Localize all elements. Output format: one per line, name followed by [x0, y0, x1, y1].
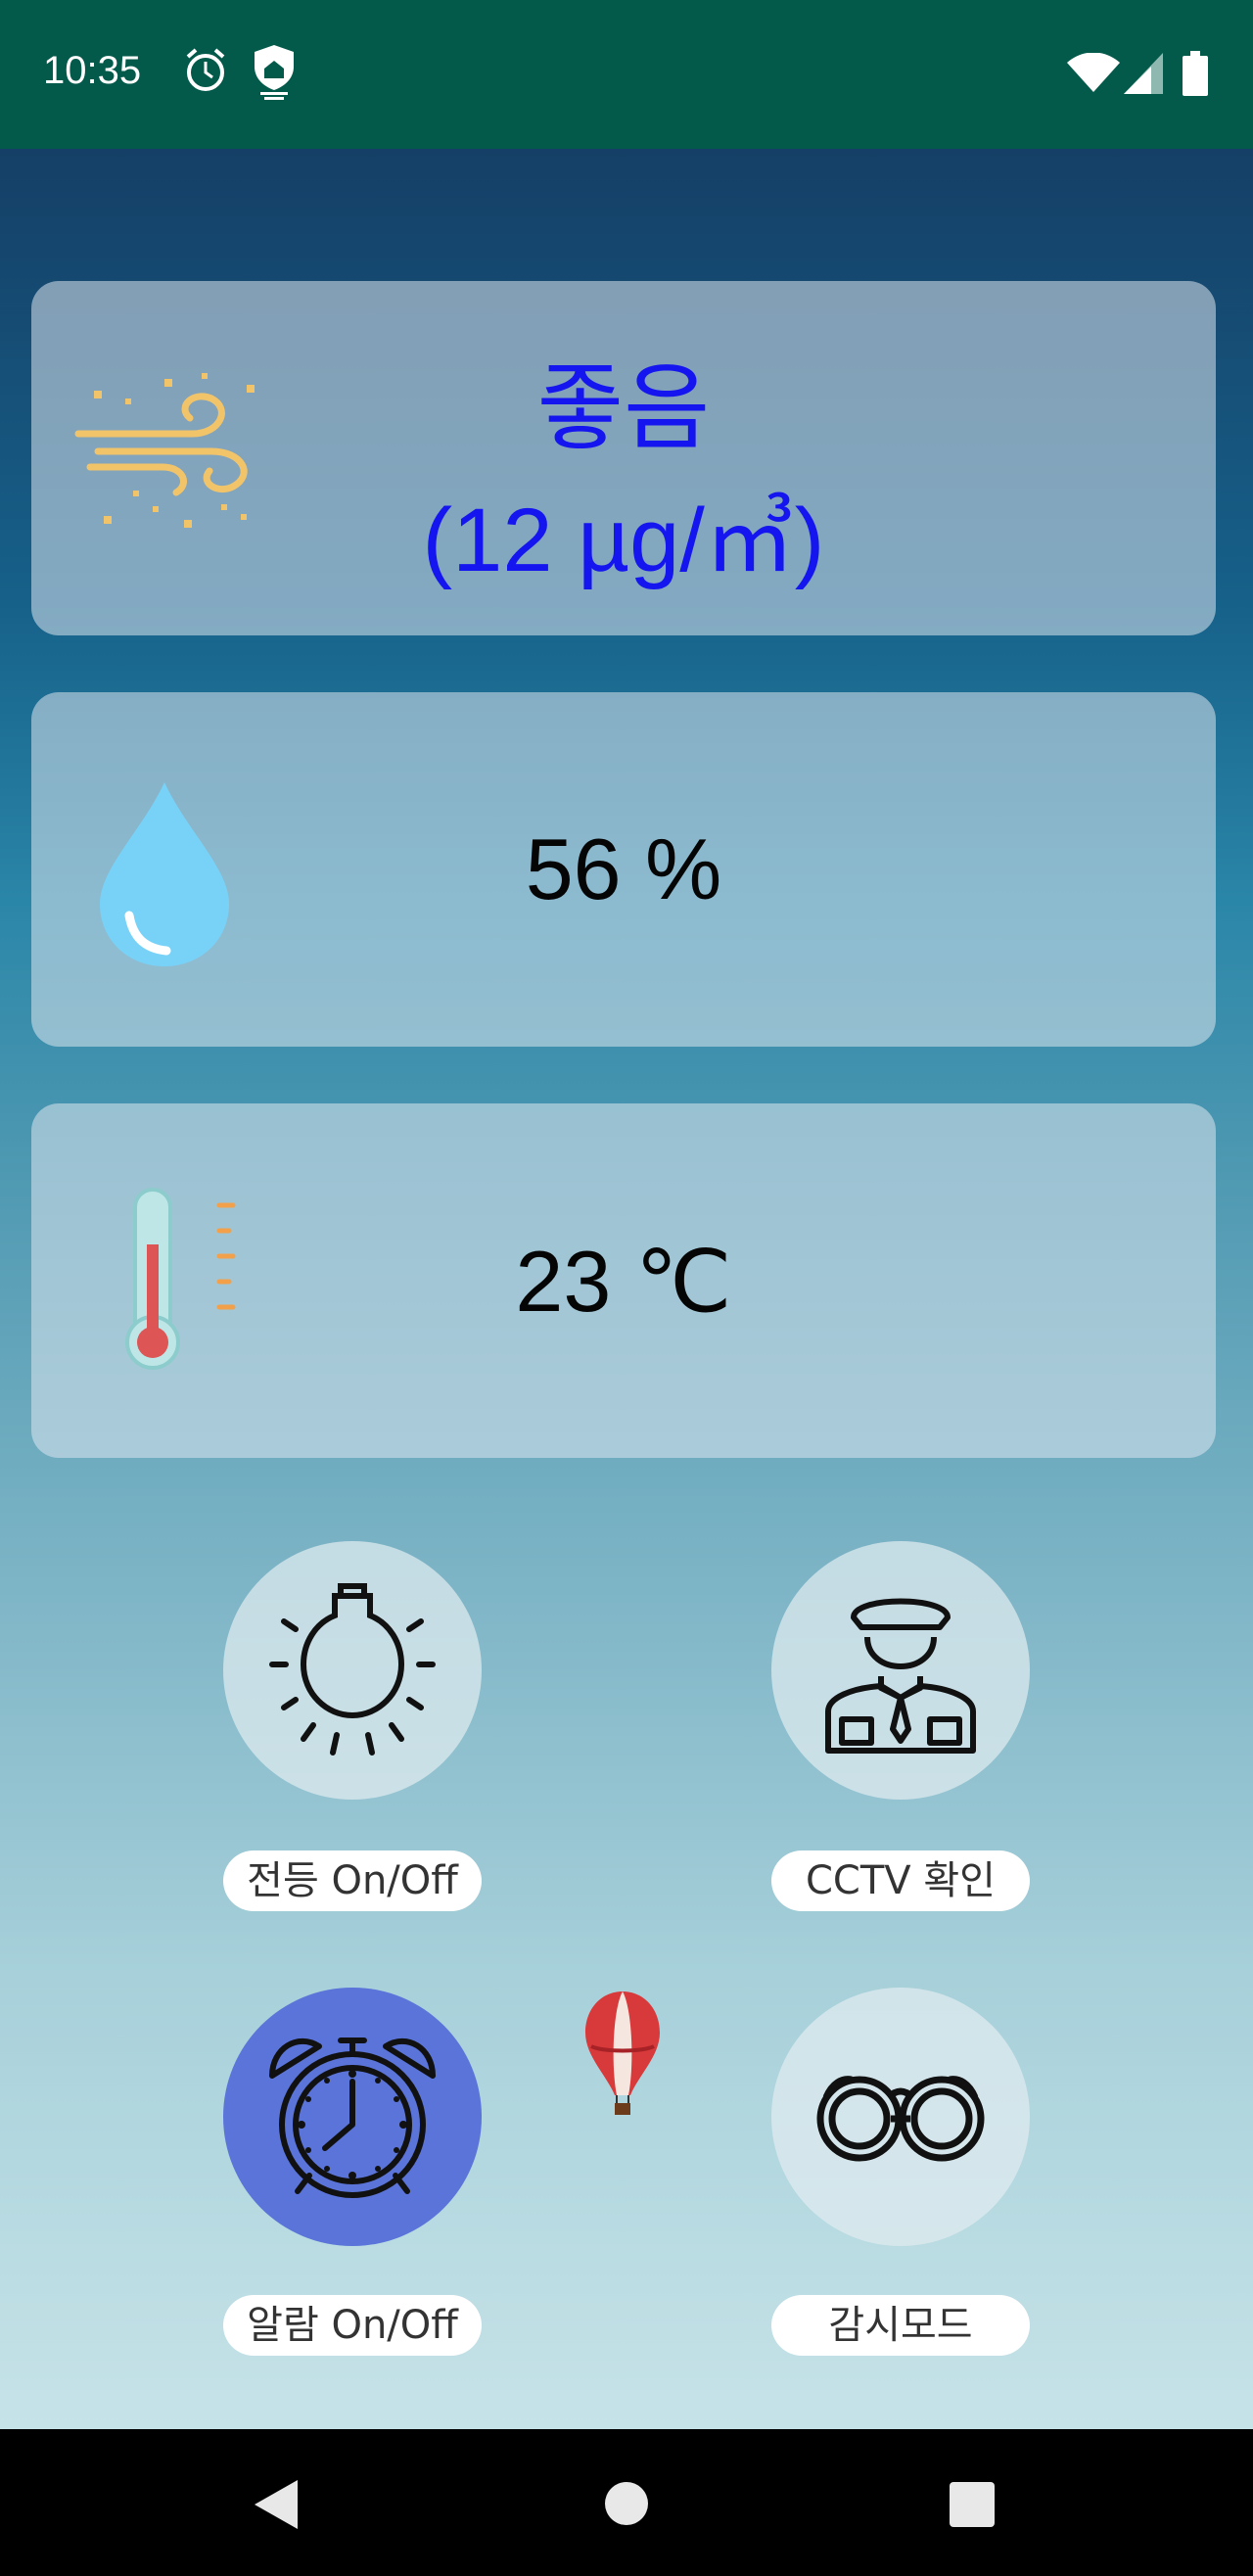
cellular-signal-icon [1124, 53, 1163, 98]
alarm-clock-status-icon [182, 45, 229, 100]
navigation-bar [0, 2429, 1253, 2576]
alarm-toggle-label[interactable]: 알람 On/Off [223, 2295, 482, 2356]
hot-air-balloon-icon [583, 1988, 662, 2123]
status-time: 10:35 [43, 49, 142, 92]
battery-icon [1183, 51, 1208, 100]
recents-nav-icon[interactable] [950, 2482, 995, 2531]
air-quality-value: (12 µg/㎥) [422, 491, 825, 590]
humidity-card: 56 % [31, 692, 1216, 1047]
temperature-value: 23 ℃ [515, 1233, 732, 1330]
binoculars-icon [816, 2076, 985, 2162]
app-content: 좋음 (12 µg/㎥) 56 % 23 ℃ 전등 On/Off CCTV 확인… [0, 149, 1253, 2429]
back-nav-icon[interactable] [251, 2478, 302, 2535]
light-bulb-icon [269, 1583, 436, 1756]
watch-mode-label[interactable]: 감시모드 [771, 2295, 1030, 2356]
air-quality-card: 좋음 (12 µg/㎥) [31, 281, 1216, 635]
home-nav-icon[interactable] [603, 2480, 650, 2531]
light-toggle-label[interactable]: 전등 On/Off [223, 1850, 482, 1911]
cctv-check-button[interactable] [771, 1541, 1030, 1800]
light-toggle-button[interactable] [223, 1541, 482, 1800]
air-quality-status: 좋음 [536, 356, 711, 461]
wifi-icon [1067, 52, 1120, 98]
status-bar: 10:35 [0, 0, 1253, 149]
security-guard-icon [825, 1598, 976, 1754]
humidity-value: 56 % [525, 820, 722, 917]
watch-mode-button[interactable] [771, 1988, 1030, 2246]
temperature-card: 23 ℃ [31, 1103, 1216, 1458]
alarm-clock-icon [269, 2037, 436, 2198]
alarm-toggle-button[interactable] [223, 1988, 482, 2246]
home-keeper-shield-icon [251, 43, 298, 104]
cctv-check-label[interactable]: CCTV 확인 [771, 1850, 1030, 1911]
